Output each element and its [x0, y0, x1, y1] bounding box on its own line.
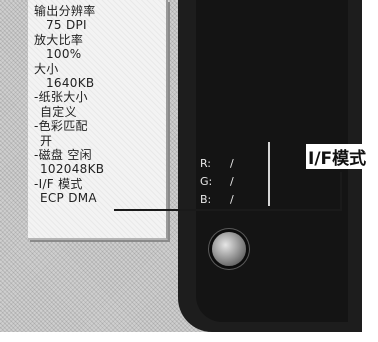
menu-value-paper-size: 自定义: [40, 104, 77, 119]
menu-label-zoom-ratio: 放大比率: [34, 32, 84, 47]
rgb-key: G:: [200, 175, 213, 188]
menu-label-output-resolution: 输出分辨率: [34, 4, 96, 18]
menu-value-if-mode: ECP DMA: [40, 191, 97, 206]
menu-label-size: 大小: [34, 61, 59, 76]
rgb-value: /: [230, 193, 234, 206]
bezel-divider: [268, 142, 270, 206]
rgb-value: /: [230, 157, 234, 170]
rgb-readout: R: / G: / B: /: [200, 155, 234, 209]
menu-value-size: 1640KB: [46, 75, 95, 90]
rgb-key: R:: [200, 157, 212, 170]
rgb-row-b: B: /: [200, 191, 234, 209]
callout-label: I/F模式: [306, 144, 369, 169]
menu-value-zoom-ratio: 100%: [46, 47, 82, 62]
page-margin-bottom: [0, 332, 378, 342]
device-illustration: 输出分辨率 75 DPI 放大比率 100% 大小 1640KB -纸张大小 自…: [0, 0, 378, 342]
callout-leader-line: [114, 209, 342, 211]
rgb-row-r: R: /: [200, 155, 234, 173]
rgb-value: /: [230, 175, 234, 188]
rgb-row-g: G: /: [200, 173, 234, 191]
menu-label-paper-size: -纸张大小: [34, 90, 88, 105]
lcd-screen: 输出分辨率 75 DPI 放大比率 100% 大小 1640KB -纸张大小 自…: [28, 0, 168, 240]
menu-value-disk-free: 102048KB: [40, 162, 105, 177]
menu-value-output-resolution: 75 DPI: [46, 18, 87, 33]
menu-value-color-matching: 开: [40, 133, 53, 148]
page-margin-right: [362, 0, 378, 342]
menu-label-if-mode: -I/F 模式: [34, 176, 83, 191]
lcd-menu: 输出分辨率 75 DPI 放大比率 100% 大小 1640KB -纸张大小 自…: [34, 4, 104, 205]
menu-label-disk-free: -磁盘 空闲: [34, 147, 92, 162]
callout-leader-line-vertical: [340, 172, 342, 211]
dial-knob-icon[interactable]: [212, 232, 246, 266]
rgb-key: B:: [200, 193, 212, 206]
menu-label-color-matching: -色彩匹配: [34, 119, 88, 134]
